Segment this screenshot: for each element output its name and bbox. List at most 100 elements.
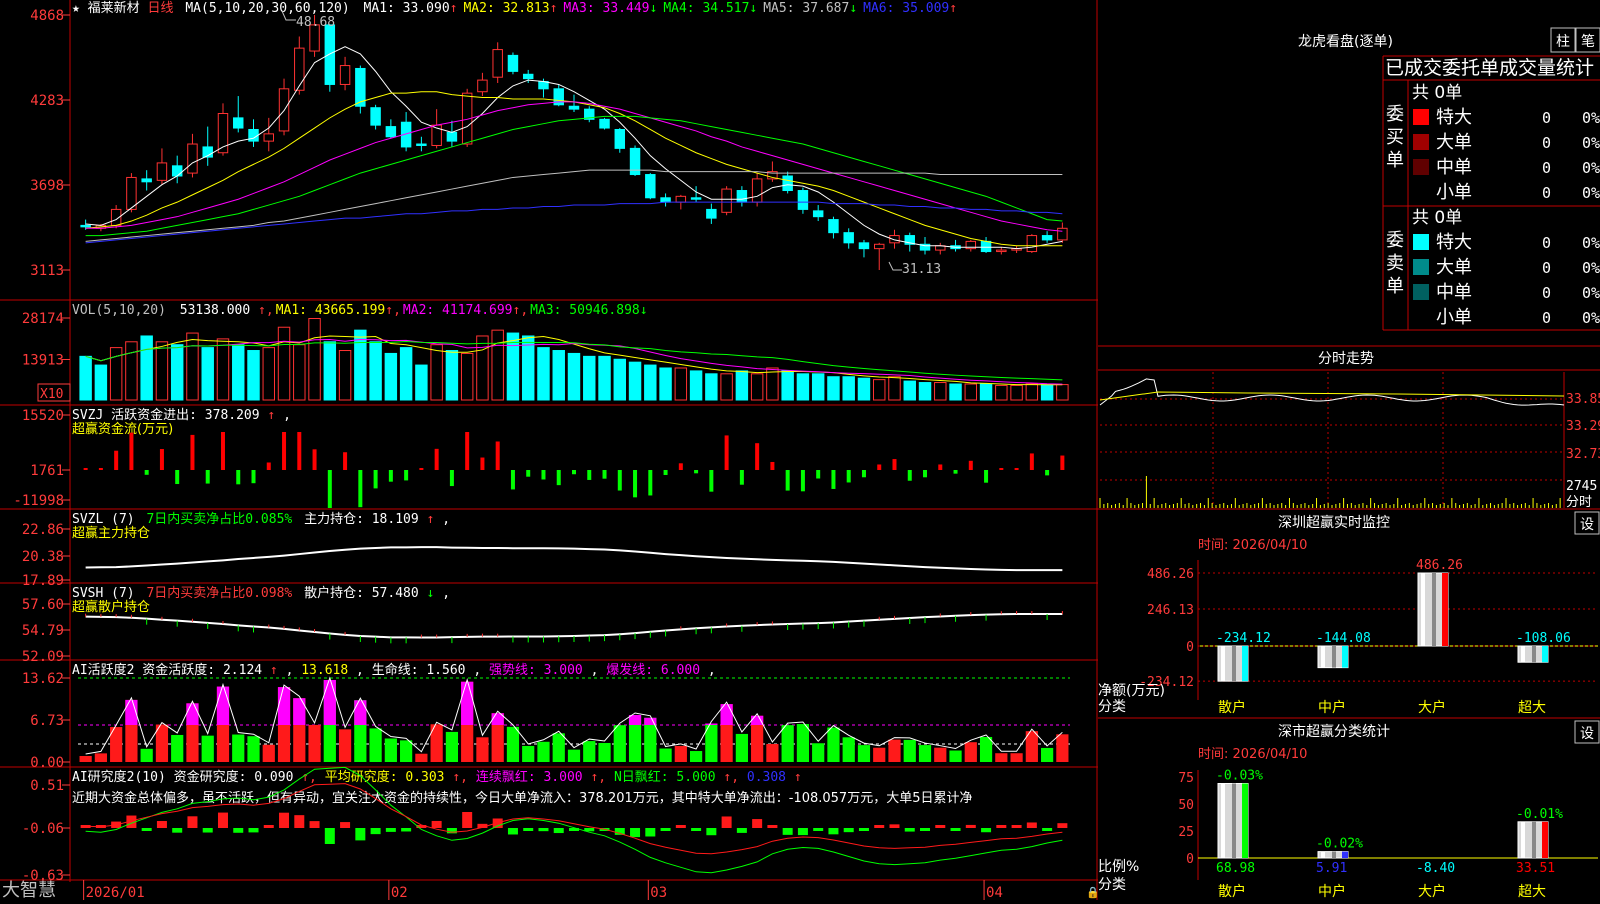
monitor-value-label: 486.26 bbox=[1416, 558, 1463, 573]
chart-area[interactable]: ★ 福莱新材 日线 MA(5,10,20,30,60,120) MA1: 33.… bbox=[0, 0, 1100, 901]
ai-research-bar bbox=[660, 828, 671, 831]
ai-active-bar-peak bbox=[323, 680, 336, 725]
svzj-bar bbox=[159, 449, 164, 470]
class-left-label-1: 比例% bbox=[1098, 859, 1139, 875]
ma-line-ma4 bbox=[85, 115, 1063, 237]
volume-bar bbox=[537, 347, 550, 401]
volume-bars bbox=[79, 318, 1069, 401]
ai-active-bar-peak bbox=[705, 723, 718, 725]
svzj-bar bbox=[755, 443, 760, 470]
ai-active-bar bbox=[979, 736, 993, 762]
intraday-right-label: 32.73 bbox=[1566, 447, 1600, 462]
svzl-metric: 7日内买卖净占比0.085% bbox=[146, 511, 292, 527]
candle bbox=[980, 240, 992, 253]
volume-bar bbox=[766, 367, 779, 401]
svsh-title: SVSH (7) bbox=[72, 586, 135, 601]
svzj-bar bbox=[510, 470, 515, 490]
svzj-bar bbox=[251, 470, 256, 484]
buy-row-qty: 0 bbox=[1542, 159, 1551, 177]
ai-research-avg: 平均研究度: 0.303 bbox=[325, 769, 445, 785]
price-y-axis: 4868 4283 3698 3113 bbox=[30, 8, 70, 279]
ai-active-bar bbox=[140, 748, 153, 762]
candle bbox=[492, 49, 503, 78]
volume-bar bbox=[552, 350, 565, 401]
volume-bar bbox=[827, 376, 840, 401]
candle bbox=[477, 79, 488, 93]
ai-research-bar bbox=[187, 816, 198, 828]
candle bbox=[126, 176, 137, 210]
class-y-label: 50 bbox=[1178, 798, 1194, 813]
svzj-bar bbox=[1045, 470, 1050, 476]
sz-monitor-chart: 486.26246.130-234.12-234.12散户-144.08中户48… bbox=[1098, 558, 1598, 716]
svzj-bar bbox=[617, 470, 622, 491]
svg-text:委买单: 委买单 bbox=[1386, 104, 1404, 171]
buy-row-qty: 0 bbox=[1542, 109, 1551, 127]
svzj-bar bbox=[694, 470, 699, 474]
candle bbox=[660, 197, 671, 203]
ai-active-bar-peak bbox=[293, 698, 306, 725]
volume-bar bbox=[232, 344, 245, 401]
ai-active-bar bbox=[995, 753, 1008, 762]
ai-research-bar bbox=[279, 812, 290, 828]
svzj-bar bbox=[388, 470, 393, 482]
lock-icon[interactable]: 🔒 bbox=[1086, 886, 1100, 899]
svzj-bar bbox=[785, 470, 790, 491]
svzj-y-axis: 15520 1761 -11998 bbox=[13, 408, 70, 509]
candle bbox=[156, 162, 168, 181]
ai-research-bar bbox=[996, 825, 1007, 828]
volume-bar bbox=[247, 350, 260, 401]
candle bbox=[568, 105, 580, 110]
ai-active-title: AI活跃度2 资金活跃度: 2.124 bbox=[72, 662, 262, 678]
sz-class-chart: 75 50 25 0 -0.03% 68.98 散户 -0.02% 5.91 中户 -8.40 大户 -… bbox=[1098, 769, 1598, 900]
svzj-bar bbox=[877, 464, 882, 470]
svzj-bar bbox=[312, 449, 317, 470]
volume-bar bbox=[384, 352, 398, 401]
ai-active-bar bbox=[308, 724, 321, 762]
ma-item-5: MA5: 37.687 bbox=[763, 1, 849, 16]
candle bbox=[812, 210, 824, 218]
ai-active-bar bbox=[232, 734, 245, 762]
ai-research-tick-label: -0.06 bbox=[22, 821, 64, 837]
volume-bar bbox=[796, 373, 810, 401]
volume-bar bbox=[979, 383, 993, 401]
ma-line-ma3 bbox=[85, 101, 1063, 232]
volume-bar bbox=[430, 344, 443, 401]
dragon-tiger-title: 龙虎看盘(逐单) bbox=[1298, 33, 1393, 50]
ai-research-bar bbox=[523, 828, 534, 831]
kline-chart[interactable]: ★ 福莱新材 日线 MA(5,10,20,30,60,120) MA1: 33.… bbox=[0, 0, 1100, 901]
svzj-bar bbox=[266, 462, 271, 470]
ai-research-nday: N日飘红: 5.000 bbox=[614, 769, 716, 785]
ai-research-bar bbox=[706, 828, 717, 836]
class-category: 大户 bbox=[1418, 883, 1446, 900]
ai-research-bar bbox=[721, 816, 732, 828]
candle bbox=[736, 190, 748, 203]
svzj-bar bbox=[343, 452, 348, 470]
sz-class-time: 时间: 2026/04/10 bbox=[1198, 747, 1307, 762]
buy-row-pct: 0% bbox=[1582, 159, 1600, 177]
ma-arrow-6: ↑ bbox=[949, 1, 957, 16]
candlestick-series bbox=[80, 15, 1068, 270]
intraday-title: 分时走势 bbox=[1318, 351, 1374, 367]
volume-bar bbox=[1040, 384, 1054, 401]
date-axis: 2026/01 02 03 04 bbox=[83, 880, 1003, 901]
candle bbox=[828, 219, 839, 234]
sell-row-swatch bbox=[1413, 259, 1429, 275]
ai-active-tick-label: 0.00 bbox=[30, 755, 64, 771]
candle bbox=[751, 178, 763, 203]
ai-research-bar bbox=[401, 828, 412, 832]
volume-bar bbox=[705, 373, 718, 401]
svzl-tick-label: 20.38 bbox=[22, 549, 64, 565]
vol-value: 53138.000 bbox=[180, 303, 250, 318]
ai-active-bar bbox=[338, 729, 352, 762]
ai-active-bar bbox=[262, 744, 275, 762]
sell-row-pct: 0% bbox=[1582, 284, 1600, 302]
svzj-bar bbox=[907, 470, 912, 481]
right-panel: 龙虎看盘(逐单) 柱 笔 已成交委托单成交量统计 委买单 委卖单 共 0单 共 … bbox=[1098, 0, 1600, 900]
ai-active-bar bbox=[766, 743, 779, 762]
svzj-bar bbox=[633, 470, 638, 498]
ai-active-bar bbox=[522, 745, 535, 762]
svzj-bar bbox=[541, 470, 546, 480]
ai-research-bar bbox=[920, 828, 931, 831]
candle bbox=[507, 54, 519, 72]
ai-active-bar bbox=[659, 748, 672, 762]
